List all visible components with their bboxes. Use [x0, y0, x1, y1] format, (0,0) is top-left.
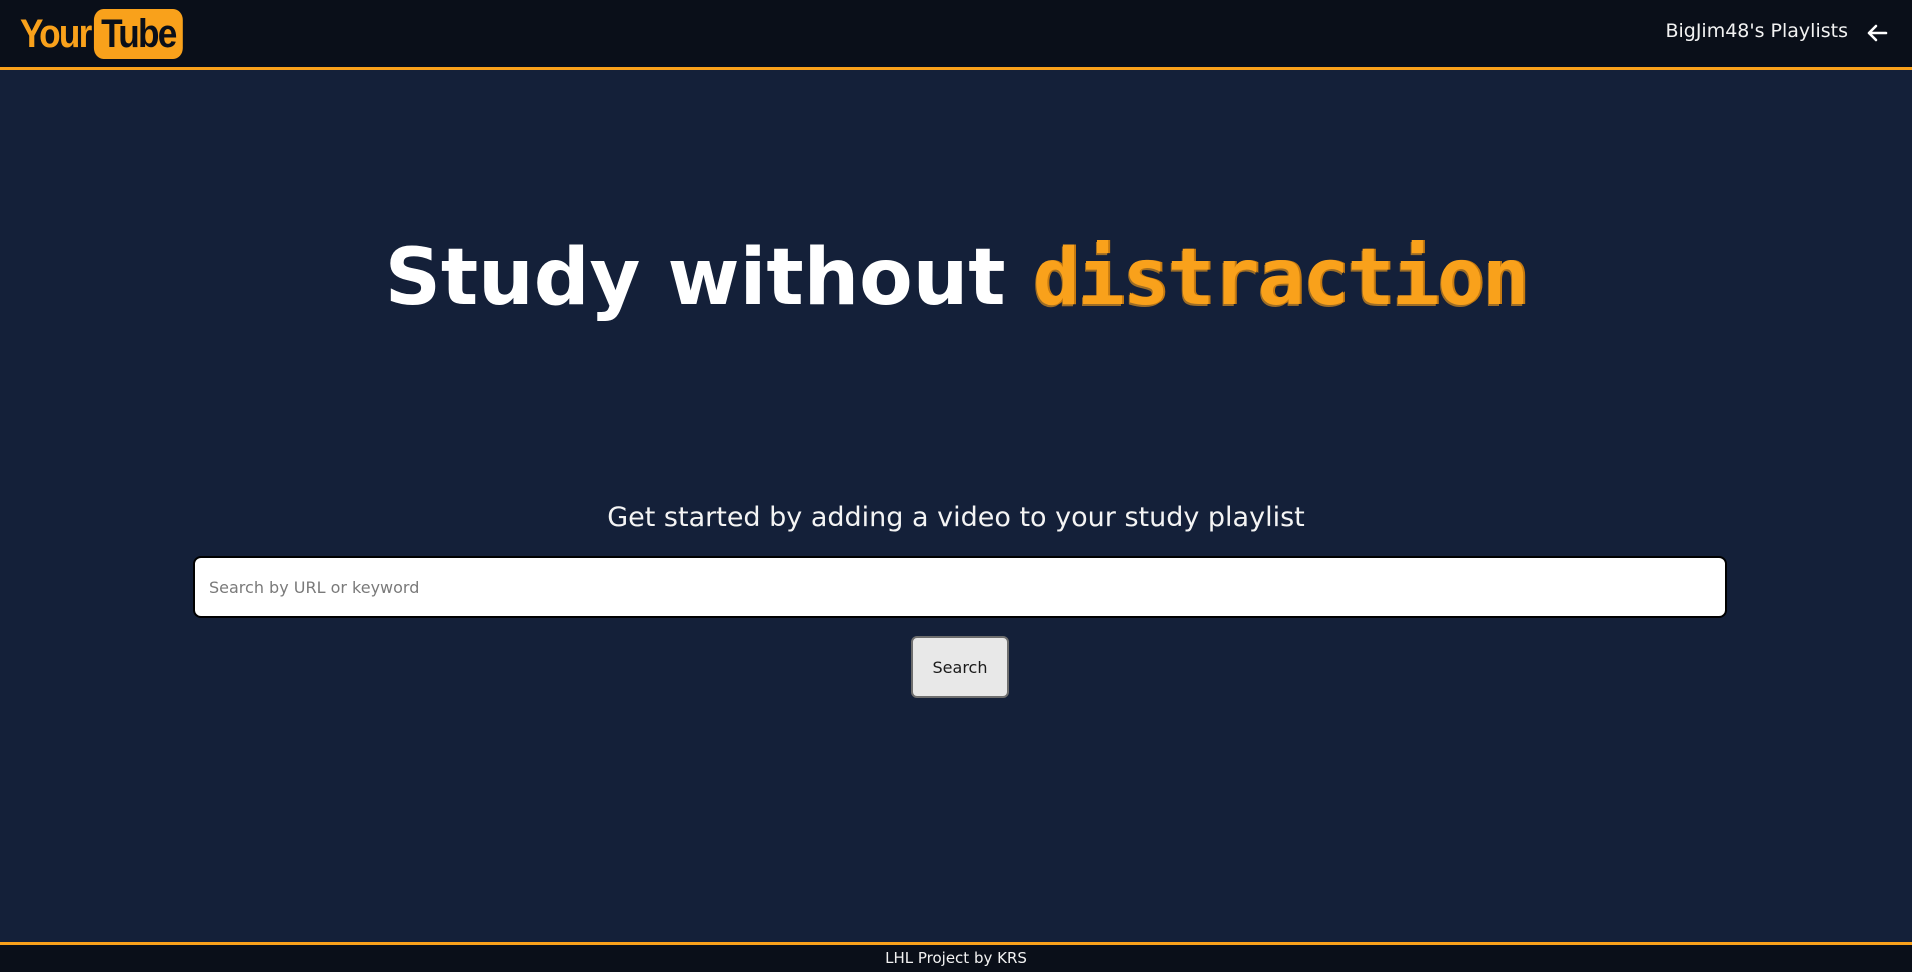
app-logo[interactable]: Your Tube: [20, 8, 183, 60]
hero-title-accent: distraction: [1032, 233, 1530, 323]
footer: LHL Project by KRS: [0, 942, 1912, 972]
logo-text-your: Your: [20, 11, 92, 56]
top-navbar: Your Tube BigJim48's Playlists: [0, 0, 1912, 70]
hero-title: Study without distraction: [0, 228, 1912, 328]
search-input[interactable]: [193, 556, 1727, 618]
logo-text-tube: Tube: [94, 9, 183, 59]
search-button[interactable]: Search: [911, 636, 1009, 698]
playlists-link[interactable]: BigJim48's Playlists: [1665, 20, 1848, 42]
footer-text: LHL Project by KRS: [885, 949, 1027, 967]
search-subtitle: Get started by adding a video to your st…: [607, 502, 1305, 533]
hero-title-plain: Study without: [384, 233, 1033, 323]
arrow-left-icon[interactable]: [1866, 22, 1888, 44]
